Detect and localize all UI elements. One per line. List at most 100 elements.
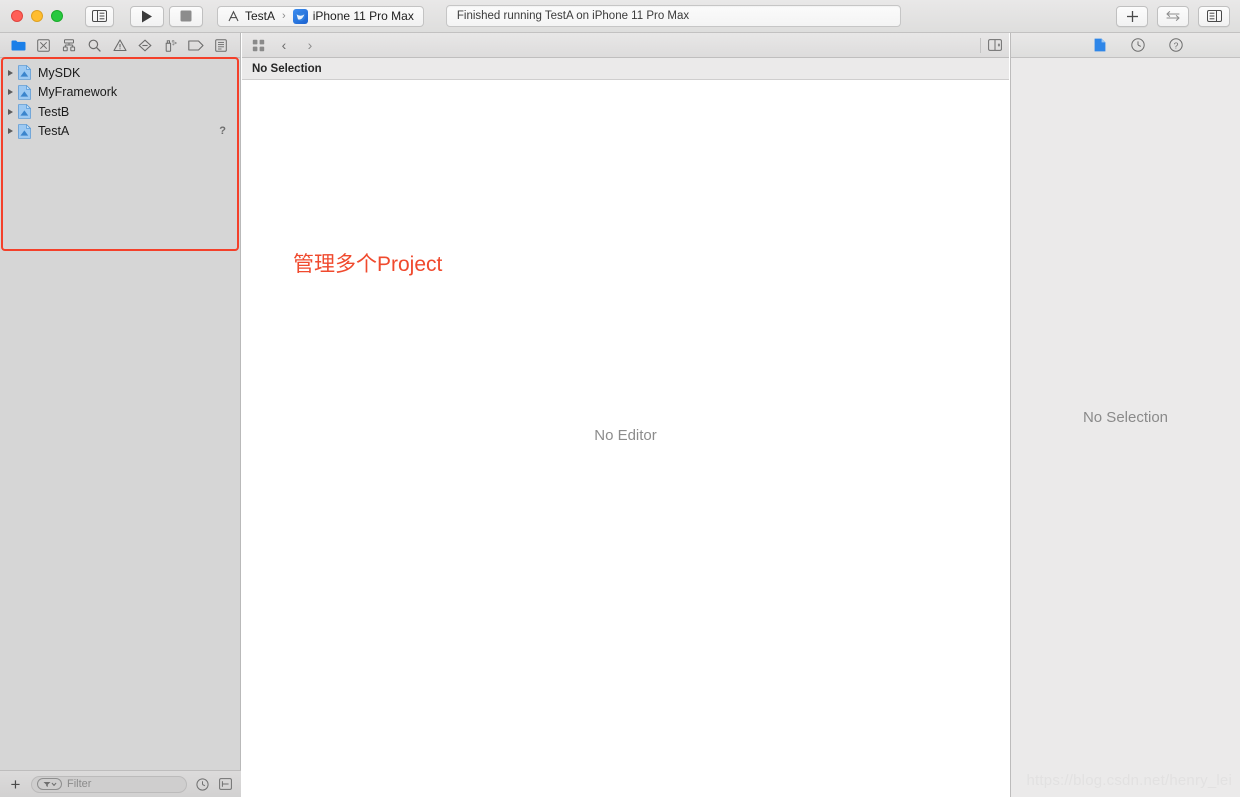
navigate-back-button[interactable]: ‹ <box>274 36 294 55</box>
disclosure-triangle-icon[interactable] <box>4 69 16 76</box>
add-editor-button[interactable] <box>1116 5 1148 27</box>
code-review-button[interactable] <box>1157 5 1189 27</box>
no-editor-placeholder: No Editor <box>594 426 657 444</box>
plus-icon <box>1126 10 1138 22</box>
list-item-label: MySDK <box>38 65 81 80</box>
source-control-navigator-tab[interactable] <box>34 36 53 55</box>
status-text: Finished running TestA on iPhone 11 Pro … <box>456 10 690 22</box>
annotation-text: 管理多个Project <box>293 253 443 276</box>
stop-button[interactable] <box>169 5 203 27</box>
list-item-label: TestB <box>38 104 70 119</box>
grid-icon <box>252 39 264 51</box>
filter-box-icon <box>219 778 232 790</box>
list-item[interactable]: TestA ? <box>0 122 240 142</box>
list-item-label: MyFramework <box>38 85 118 100</box>
warning-triangle-icon <box>113 38 127 51</box>
navigator-toggle-button[interactable] <box>85 5 114 27</box>
filter-placeholder: Filter <box>67 778 92 790</box>
breadcrumb[interactable]: No Selection <box>242 58 1009 80</box>
editor-canvas: 管理多个Project No Editor <box>242 80 1009 796</box>
history-inspector-tab[interactable] <box>1129 36 1147 54</box>
list-item[interactable]: MyFramework <box>0 83 240 103</box>
navigate-forward-button[interactable]: › <box>300 36 320 55</box>
run-button[interactable] <box>130 5 164 27</box>
activity-status-field: Finished running TestA on iPhone 11 Pro … <box>445 5 901 27</box>
inspector-content: No Selection <box>1011 58 1240 797</box>
list-item[interactable]: TestB <box>0 102 240 122</box>
sidebar-icon <box>92 10 107 22</box>
inspector-panel: ? No Selection <box>1010 33 1240 797</box>
project-navigator-tab[interactable] <box>9 36 28 55</box>
document-icon <box>1094 38 1106 52</box>
editor-area: ‹ › No Selection 管理多个Project No Editor <box>242 33 1009 797</box>
stop-icon <box>180 10 192 22</box>
question-circle-icon: ? <box>1169 38 1183 52</box>
recent-files-button[interactable] <box>195 777 210 792</box>
folder-icon <box>11 40 26 50</box>
close-window-button[interactable] <box>11 10 23 22</box>
filter-funnel-icon[interactable] <box>37 778 62 790</box>
iphone-simulator-icon <box>295 11 305 21</box>
scheme-name: TestA <box>245 9 276 23</box>
editor-jump-bar: ‹ › <box>242 33 1009 58</box>
navigator-filter-bar: + Filter <box>0 770 241 797</box>
assistant-editor-button[interactable] <box>985 36 1005 55</box>
list-item-label: TestA <box>38 124 70 139</box>
breakpoint-navigator-tab[interactable] <box>186 36 205 55</box>
related-items-button[interactable] <box>248 36 268 55</box>
xcode-project-icon <box>18 64 32 81</box>
find-navigator-tab[interactable] <box>85 36 104 55</box>
navigator-panel: MySDK MyFramework TestB TestA ? + Filter <box>0 33 241 797</box>
divider <box>980 37 981 53</box>
xcode-scheme-icon <box>228 10 239 21</box>
toolbar-right-buttons <box>1116 5 1230 27</box>
disclosure-triangle-icon[interactable] <box>4 128 16 135</box>
debug-spray-icon <box>165 39 177 52</box>
disclosure-triangle-icon[interactable] <box>4 108 16 115</box>
chevron-right-icon: › <box>307 37 313 53</box>
tag-icon <box>188 39 204 51</box>
disclosure-triangle-icon[interactable] <box>4 89 16 96</box>
xcode-project-icon <box>18 84 32 100</box>
scheme-destination: iPhone 11 Pro Max <box>312 9 414 23</box>
chevron-left-icon: ‹ <box>281 37 287 53</box>
inspector-panel-icon <box>1206 10 1222 22</box>
project-list: MySDK MyFramework TestB TestA ? <box>0 58 240 141</box>
minimize-window-button[interactable] <box>31 10 43 22</box>
clock-icon <box>196 777 209 791</box>
source-control-icon <box>37 38 51 52</box>
no-selection-placeholder: No Selection <box>1082 409 1169 426</box>
xcode-project-icon <box>18 123 32 139</box>
quick-help-inspector-tab[interactable]: ? <box>1167 36 1185 54</box>
hierarchy-icon <box>63 38 76 51</box>
watermark: https://blog.csdn.net/henry_lei <box>1026 772 1232 789</box>
xcode-project-icon <box>18 103 32 120</box>
filter-input[interactable]: Filter <box>31 775 187 793</box>
inspector-toggle-button[interactable] <box>1198 5 1230 27</box>
scheme-selector[interactable]: TestA › iPhone 11 Pro Max <box>217 5 424 27</box>
search-icon <box>88 39 101 52</box>
report-navigator-tab[interactable] <box>212 36 231 55</box>
play-icon <box>142 10 152 22</box>
list-item-badge: ? <box>219 125 226 138</box>
assistant-editor-icon <box>988 39 1002 51</box>
file-inspector-tab[interactable] <box>1091 36 1109 54</box>
swap-arrows-icon <box>1166 11 1180 21</box>
editor-options <box>980 36 1005 55</box>
window-controls <box>11 10 63 22</box>
navigator-tab-bar <box>0 33 240 58</box>
inspector-tab-bar: ? <box>1011 33 1240 58</box>
zoom-window-button[interactable] <box>51 10 63 22</box>
issue-navigator-tab[interactable] <box>110 36 129 55</box>
symbol-navigator-tab[interactable] <box>60 36 79 55</box>
svg-text:?: ? <box>1174 40 1179 50</box>
list-item[interactable]: MySDK <box>0 63 240 83</box>
test-navigator-tab[interactable] <box>136 36 155 55</box>
debug-navigator-tab[interactable] <box>161 36 180 55</box>
title-bar: TestA › iPhone 11 Pro Max Finished runni… <box>0 0 1240 33</box>
diamond-icon <box>138 38 152 52</box>
add-file-button[interactable]: + <box>8 776 23 793</box>
source-control-filter-button[interactable] <box>218 777 233 792</box>
breadcrumb-label: No Selection <box>252 62 322 75</box>
device-icon <box>292 8 308 24</box>
